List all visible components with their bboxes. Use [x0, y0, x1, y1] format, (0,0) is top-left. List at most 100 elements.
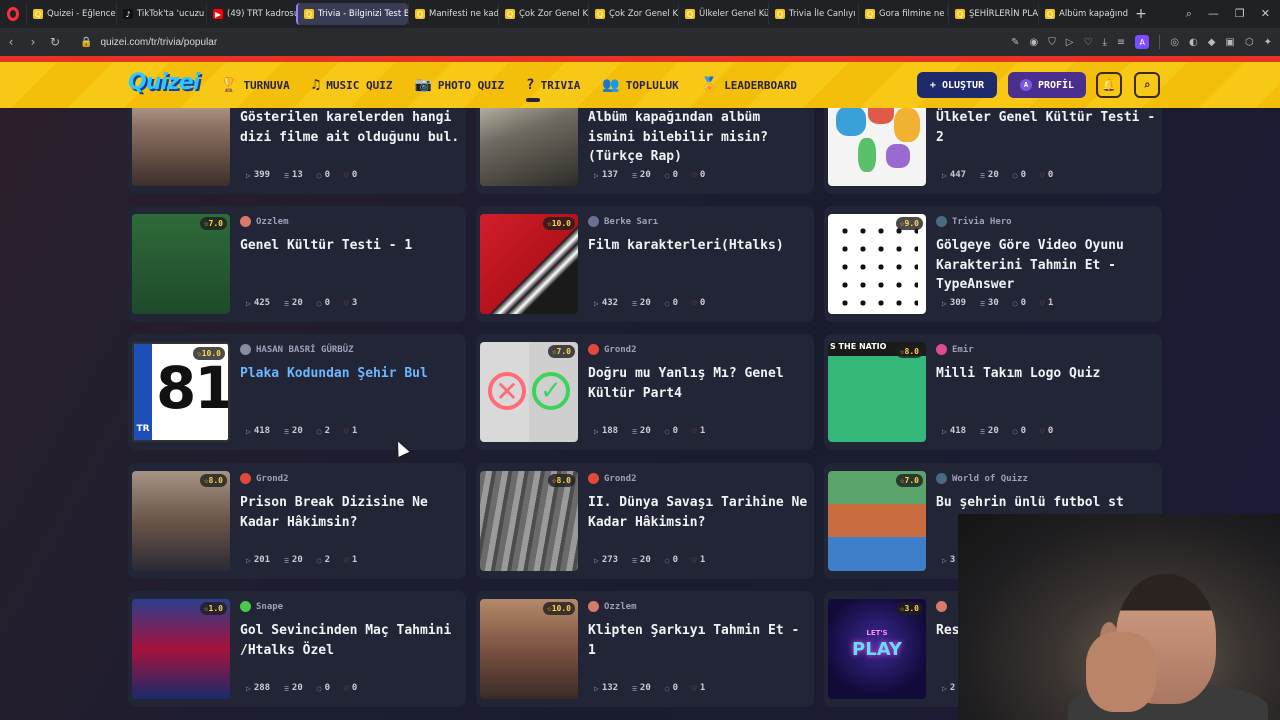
trivia-title[interactable]: Prison Break Dizisine Ne Kadar Hâkimsin? — [240, 493, 460, 532]
nav-item-music-quiz[interactable]: ♫ MUSIC QUIZ — [312, 62, 393, 108]
browser-tab[interactable]: Q Ülkeler Genel Kültü — [678, 3, 768, 25]
browser-tab[interactable]: Q Gora filmine ne kad — [858, 3, 948, 25]
restore-icon[interactable]: ❐ — [1235, 7, 1245, 21]
author[interactable]: Ozzlem — [588, 601, 637, 612]
author[interactable]: Trivia Hero — [936, 216, 1012, 227]
opera-logo-icon[interactable] — [0, 0, 26, 28]
minimize-icon[interactable]: — — [1208, 7, 1219, 21]
search-tabs-icon[interactable]: ⌕ — [1186, 7, 1192, 21]
profile-button[interactable]: A PROFİL — [1008, 72, 1086, 98]
trivia-thumbnail[interactable]: S THE NATIO ☆8.0 — [828, 342, 926, 442]
trivia-card[interactable]: Ülkeler Genel Kültür Testi - 2 ▷ 447 ≡ 20 ◌ 0 ♡… — [824, 108, 1162, 194]
trivia-thumbnail[interactable]: ☆7.0 — [828, 471, 926, 571]
extension-icon[interactable]: ◐ — [1189, 37, 1198, 48]
trivia-thumbnail[interactable] — [480, 108, 578, 186]
close-window-icon[interactable]: ✕ — [1261, 7, 1270, 21]
create-button[interactable]: + OLUŞTUR — [917, 72, 997, 98]
trivia-thumbnail[interactable]: ☆8.0 — [480, 471, 578, 571]
browser-tab[interactable]: ▶ (49) TRT kadrosuna — [206, 3, 296, 25]
trivia-title[interactable]: Milli Takım Logo Quiz — [936, 364, 1156, 384]
trivia-title[interactable]: Gösterilen karelerden hangi dizi filme a… — [240, 108, 460, 147]
back-icon[interactable]: ‹ — [0, 35, 22, 49]
trivia-title[interactable]: Klipten Şarkıyı Tahmin Et - 1 — [588, 621, 808, 660]
notifications-bell-icon[interactable]: 🔔 — [1096, 72, 1122, 98]
author[interactable]: HASAN BASRİ GÜRBÜZ — [240, 344, 354, 355]
trivia-card[interactable]: ✕ ✓ ☆7.0 Grond2 Doğru mu Yanlış Mı? Genel Kü… — [476, 334, 814, 450]
author[interactable]: Grond2 — [588, 473, 637, 484]
site-logo[interactable]: Quizei — [128, 70, 200, 95]
trivia-card[interactable]: Gösterilen karelerden hangi dizi filme a… — [128, 108, 466, 194]
search-icon[interactable]: ⌕ — [1134, 72, 1160, 98]
trivia-card[interactable]: ☆9.0 Trivia Hero Gölgeye Göre Video Oyunu … — [824, 206, 1162, 322]
trivia-title[interactable]: Doğru mu Yanlış Mı? Genel Kültür Part4 — [588, 364, 808, 403]
trivia-thumbnail[interactable]: LET'S PLAY ☆3.0 — [828, 599, 926, 699]
browser-tab[interactable]: Q Çok Zor Genel Kültü — [588, 3, 678, 25]
trivia-card[interactable]: ☆8.0 Grond2 Prison Break Dizisine Ne Kadar… — [128, 463, 466, 579]
trivia-title[interactable]: Plaka Kodundan Şehir Bul — [240, 364, 460, 384]
author[interactable]: Emir — [936, 344, 974, 355]
trivia-card[interactable]: S THE NATIO ☆8.0 Emir Milli Takım Logo Quiz… — [824, 334, 1162, 450]
nav-item-turnuva[interactable]: 🏆 TURNUVA — [220, 62, 290, 108]
nav-item-leaderboard[interactable]: 🏅 LEADERBOARD — [701, 62, 797, 108]
menu-icon[interactable]: ≡ — [1117, 37, 1125, 48]
browser-tab[interactable]: Q Trivia - Bilginizi Test Edin — [296, 3, 408, 25]
trivia-thumbnail[interactable] — [132, 108, 230, 186]
trivia-thumbnail[interactable]: ☆10.0 — [480, 214, 578, 314]
camera-icon[interactable]: ◉ — [1030, 37, 1039, 48]
author[interactable]: Ozzlem — [240, 216, 289, 227]
trivia-thumbnail[interactable]: ☆1.0 — [132, 599, 230, 699]
nav-item-topluluk[interactable]: 👥 TOPLULUK — [602, 62, 678, 108]
extension-icon[interactable]: ✦ — [1264, 37, 1272, 48]
browser-tab[interactable]: Q Quizei - Eğlenceli ve — [26, 3, 116, 25]
trivia-title[interactable]: Ülkeler Genel Kültür Testi - 2 — [936, 108, 1156, 147]
trivia-card[interactable]: ☆7.0 Ozzlem Genel Kültür Testi - 1 ▷ 425 ≡ 20 ◌… — [128, 206, 466, 322]
url-text[interactable]: quizei.com/tr/trivia/popular — [100, 37, 217, 48]
heart-icon[interactable]: ♡ — [1083, 37, 1092, 48]
download-icon[interactable]: ⤓ — [1102, 37, 1106, 48]
reload-icon[interactable]: ↻ — [44, 35, 66, 49]
trivia-card[interactable]: ☆1.0 Snape Gol Sevincinden Maç Tahmini /Ht… — [128, 591, 466, 707]
shield-icon[interactable]: ⛉ — [1048, 37, 1056, 48]
trivia-title[interactable]: Bu şehrin ünlü futbol st — [936, 493, 1156, 513]
trivia-card[interactable]: Albüm kapağından albüm ismini bilebilir … — [476, 108, 814, 194]
play-icon[interactable]: ▷ — [1066, 37, 1074, 48]
browser-tab[interactable]: Q Manifesti ne kadar t — [408, 3, 498, 25]
trivia-title[interactable]: Genel Kültür Testi - 1 — [240, 236, 460, 256]
trivia-card[interactable]: ☆10.0 Berke Sarı Film karakterleri(Htalks)… — [476, 206, 814, 322]
trivia-thumbnail[interactable] — [828, 108, 926, 186]
author[interactable] — [936, 601, 947, 612]
extension-icon[interactable]: ⬡ — [1245, 37, 1254, 48]
trivia-card[interactable]: ☆10.0 Ozzlem Klipten Şarkıyı Tahmin Et - 1… — [476, 591, 814, 707]
author[interactable]: Berke Sarı — [588, 216, 658, 227]
author[interactable]: Grond2 — [588, 344, 637, 355]
extension-icon[interactable]: ◎ — [1170, 37, 1179, 48]
trivia-title[interactable]: Gol Sevincinden Maç Tahmini /Htalks Özel — [240, 621, 460, 660]
edit-icon[interactable]: ✎ — [1011, 37, 1019, 48]
nav-item-trivia[interactable]: ? TRIVIA — [526, 62, 580, 108]
trivia-thumbnail[interactable]: ☆8.0 — [132, 471, 230, 571]
browser-tab[interactable]: ♪ TikTok'ta 'ucuzu an — [116, 3, 206, 25]
browser-tab[interactable]: Q ŞEHİRLERİN PLAKA — [948, 3, 1038, 25]
trivia-card[interactable]: ☆8.0 Grond2 II. Dünya Savaşı Tarihine Ne K… — [476, 463, 814, 579]
trivia-title[interactable]: Albüm kapağından albüm ismini bilebilir … — [588, 108, 808, 167]
trivia-card[interactable]: TR 81 ☆10.0 HASAN BASRİ GÜRBÜZ Plaka Kodunda… — [128, 334, 466, 450]
extension-icon[interactable]: ▣ — [1225, 37, 1234, 48]
trivia-title[interactable]: II. Dünya Savaşı Tarihine Ne Kadar Hâkim… — [588, 493, 808, 532]
browser-tab[interactable]: Q Trivia İle Canlıyı Tah — [768, 3, 858, 25]
trivia-title[interactable]: Gölgeye Göre Video Oyunu Karakterini Tah… — [936, 236, 1156, 295]
nav-item-photo-quiz[interactable]: 📷 PHOTO QUIZ — [414, 62, 504, 108]
browser-tab[interactable]: Q Albüm kapağından — [1038, 3, 1128, 25]
trivia-thumbnail[interactable]: ☆7.0 — [132, 214, 230, 314]
author[interactable]: World of Quizz — [936, 473, 1028, 484]
trivia-thumbnail[interactable]: ☆9.0 — [828, 214, 926, 314]
forward-icon[interactable]: › — [22, 35, 44, 49]
extension-icon[interactable]: A — [1135, 35, 1150, 49]
trivia-thumbnail[interactable]: ✕ ✓ ☆7.0 — [480, 342, 578, 442]
extension-icon[interactable]: ◆ — [1208, 37, 1216, 48]
trivia-thumbnail[interactable]: ☆10.0 — [480, 599, 578, 699]
trivia-title[interactable]: Film karakterleri(Htalks) — [588, 236, 808, 256]
url-field[interactable]: 🔒 quizei.com/tr/trivia/popular — [80, 37, 217, 48]
browser-tab[interactable]: Q Çok Zor Genel Kültü — [498, 3, 588, 25]
author[interactable]: Grond2 — [240, 473, 289, 484]
trivia-thumbnail[interactable]: TR 81 ☆10.0 — [132, 342, 230, 442]
